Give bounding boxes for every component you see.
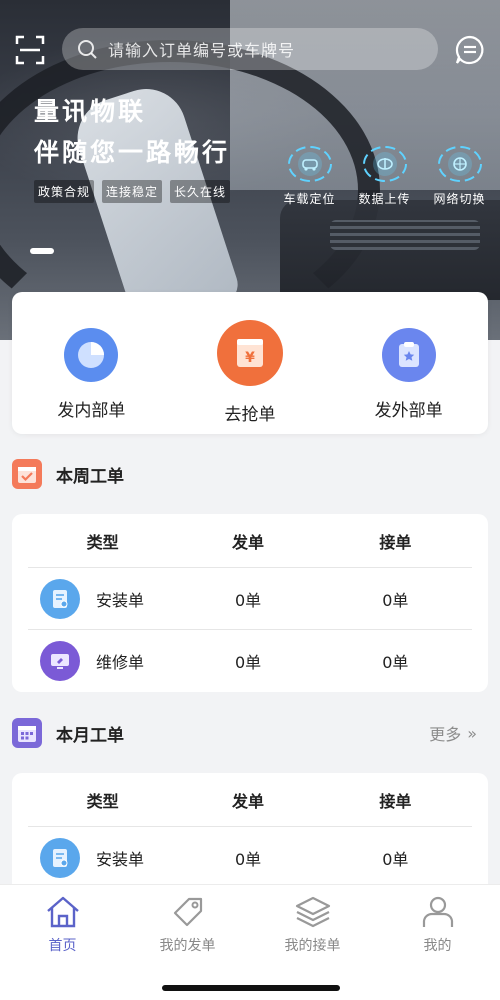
weekly-orders-table: 类型 发单 接单 安装单 0单 0单 维修单 0单 0单 [12,514,488,692]
quick-actions-card: 发内部单 ¥ 去抢单 发外部单 [12,292,488,434]
scan-button[interactable] [14,34,46,66]
table-header: 类型 发单 接单 [28,773,472,827]
order-type-name: 安装单 [96,850,145,869]
monthly-orders-table: 类型 发单 接单 安装单 0单 0单 [12,773,488,893]
send-count: 0单 [234,590,262,610]
banner-tag: 连接稳定 [102,180,163,203]
more-link[interactable]: 更多 ›› [429,721,477,745]
feature-label: 数据上传 [358,192,411,206]
home-icon [46,896,79,928]
user-icon [422,896,453,927]
car-location-icon [287,146,332,182]
bottom-tab-bar: 首页 我的发单 我的接单 我的 [0,884,500,1000]
feature-data-upload: 数据上传 [347,142,422,207]
quick-action-label: 去抢单 [224,405,276,425]
weekly-section-title: 本周工单 [56,466,124,487]
tab-my-received-orders[interactable]: 我的接单 [250,885,375,965]
send-count: 0单 [234,653,262,672]
tab-label: 我的发单 [159,938,216,954]
feature-network-switch: 网络切换 [422,142,497,207]
quick-action-internal-order[interactable]: 发内部单 [12,292,171,434]
column-header-send: 发单 [232,532,265,552]
table-header: 类型 发单 接单 [28,514,472,568]
send-count: 0单 [234,850,262,869]
table-row[interactable]: 安装单 0单 0单 [28,827,472,889]
feature-car-location: 车载定位 [272,142,347,207]
column-header-receive: 接单 [379,532,412,552]
banner-dashboard [280,200,500,300]
install-doc-icon [40,578,80,619]
pie-chart-icon [64,328,119,382]
table-row[interactable]: 维修单 0单 0单 [28,630,472,692]
tab-mine[interactable]: 我的 [375,885,500,965]
yuan-box-icon: ¥ [217,320,283,386]
monthly-section-header: 本月工单 更多 ›› [12,717,488,749]
search-placeholder: 请输入订单编号或车牌号 [108,41,296,60]
scan-icon [15,35,45,65]
repair-monitor-icon [40,641,80,681]
monthly-section-title: 本月工单 [56,725,124,746]
banner-slogan-line2: 伴随您一路畅行 [34,138,231,167]
receive-count: 0单 [382,653,409,672]
column-header-type: 类型 [86,791,119,811]
quick-action-grab-order[interactable]: ¥ 去抢单 [171,292,330,434]
more-label: 更多 [429,725,462,744]
quick-action-external-order[interactable]: 发外部单 [329,292,488,434]
column-header-send: 发单 [232,791,265,811]
network-switch-icon [437,146,482,182]
layers-icon [295,896,330,928]
tab-my-sent-orders[interactable]: 我的发单 [125,885,250,965]
top-bar: 请输入订单编号或车牌号 [0,28,500,72]
install-doc-icon [40,838,80,878]
banner-slogan-line1: 量讯物联 [34,97,147,126]
feature-label: 网络切换 [433,192,486,206]
message-button[interactable] [454,34,486,66]
tab-home[interactable]: 首页 [0,885,125,965]
calendar-icon [12,718,42,748]
banner-pager-indicator[interactable] [30,248,54,254]
tab-label: 首页 [48,938,77,954]
calendar-check-icon [12,459,42,489]
banner-tag: 长久在线 [170,180,231,203]
quick-action-label: 发内部单 [57,401,126,421]
quick-action-label: 发外部单 [374,401,443,421]
svg-text:¥: ¥ [245,350,255,366]
hero-banner[interactable]: 请输入订单编号或车牌号 量讯物联 伴随您一路畅行 政策合规 连接稳定 长久在线 … [0,0,500,340]
feature-label: 车载定位 [283,192,336,206]
receive-count: 0单 [382,850,409,869]
tab-label: 我的 [423,938,452,954]
table-row[interactable]: 安装单 0单 0单 [28,568,472,630]
data-upload-icon [362,146,407,182]
column-header-receive: 接单 [379,791,412,811]
weekly-section-header: 本周工单 [12,458,488,490]
tab-label: 我的接单 [284,938,341,954]
home-indicator [162,985,340,991]
tag-icon [173,897,202,927]
banner-features: 车载定位 数据上传 网络切换 [272,142,497,207]
clipboard-star-icon [381,328,436,382]
receive-count: 0单 [382,590,409,610]
order-type-name: 安装单 [96,590,145,610]
column-header-type: 类型 [86,532,119,552]
order-type-name: 维修单 [96,653,145,672]
message-icon [455,35,484,65]
search-input[interactable]: 请输入订单编号或车牌号 [62,28,438,70]
banner-tag: 政策合规 [34,180,95,203]
search-icon [78,40,97,59]
banner-air-vent [330,220,480,250]
banner-tags: 政策合规 连接稳定 长久在线 [34,180,231,203]
double-chevron-right-icon: ›› [467,723,477,743]
